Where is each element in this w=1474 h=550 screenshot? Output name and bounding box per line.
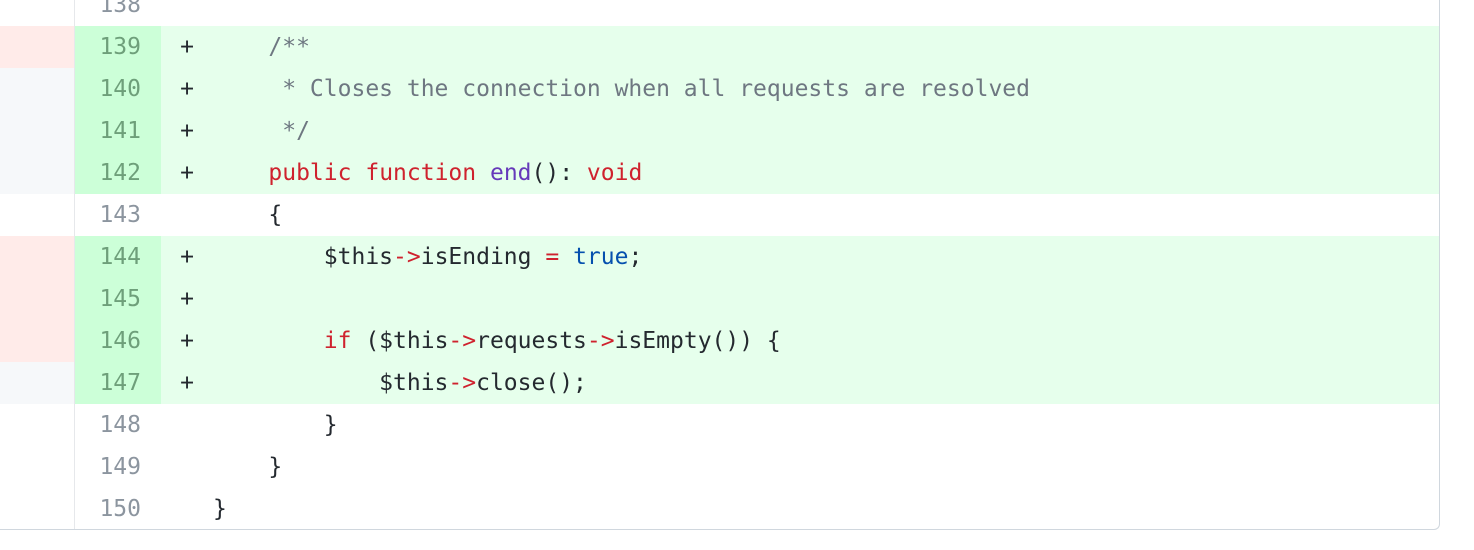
line-number[interactable]: 150 [75,488,161,530]
line-number[interactable]: 138 [75,0,161,26]
code-token: -> [448,370,477,396]
code-token: (): [531,160,587,186]
left-gutter [0,26,75,68]
code-content: { [213,194,1440,236]
code-content: * Closes the connection when all request… [213,68,1440,110]
line-number[interactable]: 141 [75,110,161,152]
left-gutter [0,488,75,530]
diff-view: 138 139 + /** 140 + * Closes the connection … [0,0,1441,530]
code-content: $this->close(); [213,362,1440,404]
addition-marker: + [180,370,194,396]
left-gutter [0,236,75,278]
code-token: /** [213,34,310,60]
line-number[interactable]: 149 [75,446,161,488]
code-token: -> [448,328,477,354]
addition-marker: + [180,34,194,60]
code-token: } [213,454,283,480]
code-token: = [545,244,560,270]
code-content: /** [213,26,1440,68]
code-token: * Closes the connection when all request… [213,76,1030,102]
code-token: -> [393,244,421,270]
empty-marker [161,0,213,26]
code-token: if [323,328,352,354]
left-gutter [0,446,75,488]
line-number[interactable]: 147 [75,362,161,404]
left-gutter [0,110,75,152]
code-content: } [213,488,1440,530]
code-token: } [213,496,227,522]
context-line: 149 } [0,446,1440,488]
code-token: public [268,160,352,186]
code-token: isEmpty()) { [614,328,781,354]
code-content: public function end(): void [213,152,1440,194]
context-line: 143 { [0,194,1440,236]
left-gutter [0,68,75,110]
line-number[interactable]: 145 [75,278,161,320]
code-token: ($this [351,328,449,354]
code-token: */ [213,118,310,144]
code-content: } [213,404,1440,446]
code-content [213,0,1440,26]
added-line: 145 + [0,278,1440,320]
addition-marker: + [180,286,194,312]
empty-marker [161,446,213,488]
added-line: 144 + $this->isEnding = true; [0,236,1440,278]
added-line: 140 + * Closes the connection when all re… [0,68,1440,110]
left-gutter [0,152,75,194]
code-content [213,278,1440,320]
line-number[interactable]: 146 [75,320,161,362]
addition-marker: + [180,244,194,270]
empty-marker [161,404,213,446]
context-line: 148 } [0,404,1440,446]
code-token: end [489,160,532,186]
code-content: $this->isEnding = true; [213,236,1440,278]
code-token: true [573,244,629,270]
line-number[interactable]: 140 [75,68,161,110]
context-line: 138 [0,0,1440,26]
line-number[interactable]: 148 [75,404,161,446]
code-token: } [213,412,338,438]
left-gutter [0,278,75,320]
code-token: requests [476,328,587,354]
left-gutter [0,320,75,362]
code-content: if ($this->requests->isEmpty()) { [213,320,1440,362]
added-line: 146 + if ($this->requests->isEmpty()) { [0,320,1440,362]
code-token: close(); [476,370,587,396]
code-token: function [365,160,477,186]
context-line: 150} [0,488,1440,530]
added-line: 141 + */ [0,110,1440,152]
code-token: $this [213,370,449,396]
code-token: { [213,202,283,228]
added-line: 139 + /** [0,26,1440,68]
addition-marker: + [180,118,194,144]
left-gutter [0,404,75,446]
addition-marker: + [180,76,194,102]
left-gutter [0,194,75,236]
line-number[interactable]: 139 [75,26,161,68]
code-token: isEnding [420,244,546,270]
code-token: -> [586,328,615,354]
line-number[interactable]: 142 [75,152,161,194]
left-gutter [0,0,75,26]
line-number[interactable]: 144 [75,236,161,278]
addition-marker: + [180,160,194,186]
code-token: void [586,160,643,186]
empty-marker [161,488,213,530]
empty-marker [161,194,213,236]
code-token: ; [628,244,643,270]
left-gutter [0,362,75,404]
added-line: 142 + public function end(): void [0,152,1440,194]
line-number[interactable]: 143 [75,194,161,236]
code-token: $this [213,244,394,270]
addition-marker: + [180,328,194,354]
code-content: } [213,446,1440,488]
code-content: */ [213,110,1440,152]
added-line: 147 + $this->close(); [0,362,1440,404]
